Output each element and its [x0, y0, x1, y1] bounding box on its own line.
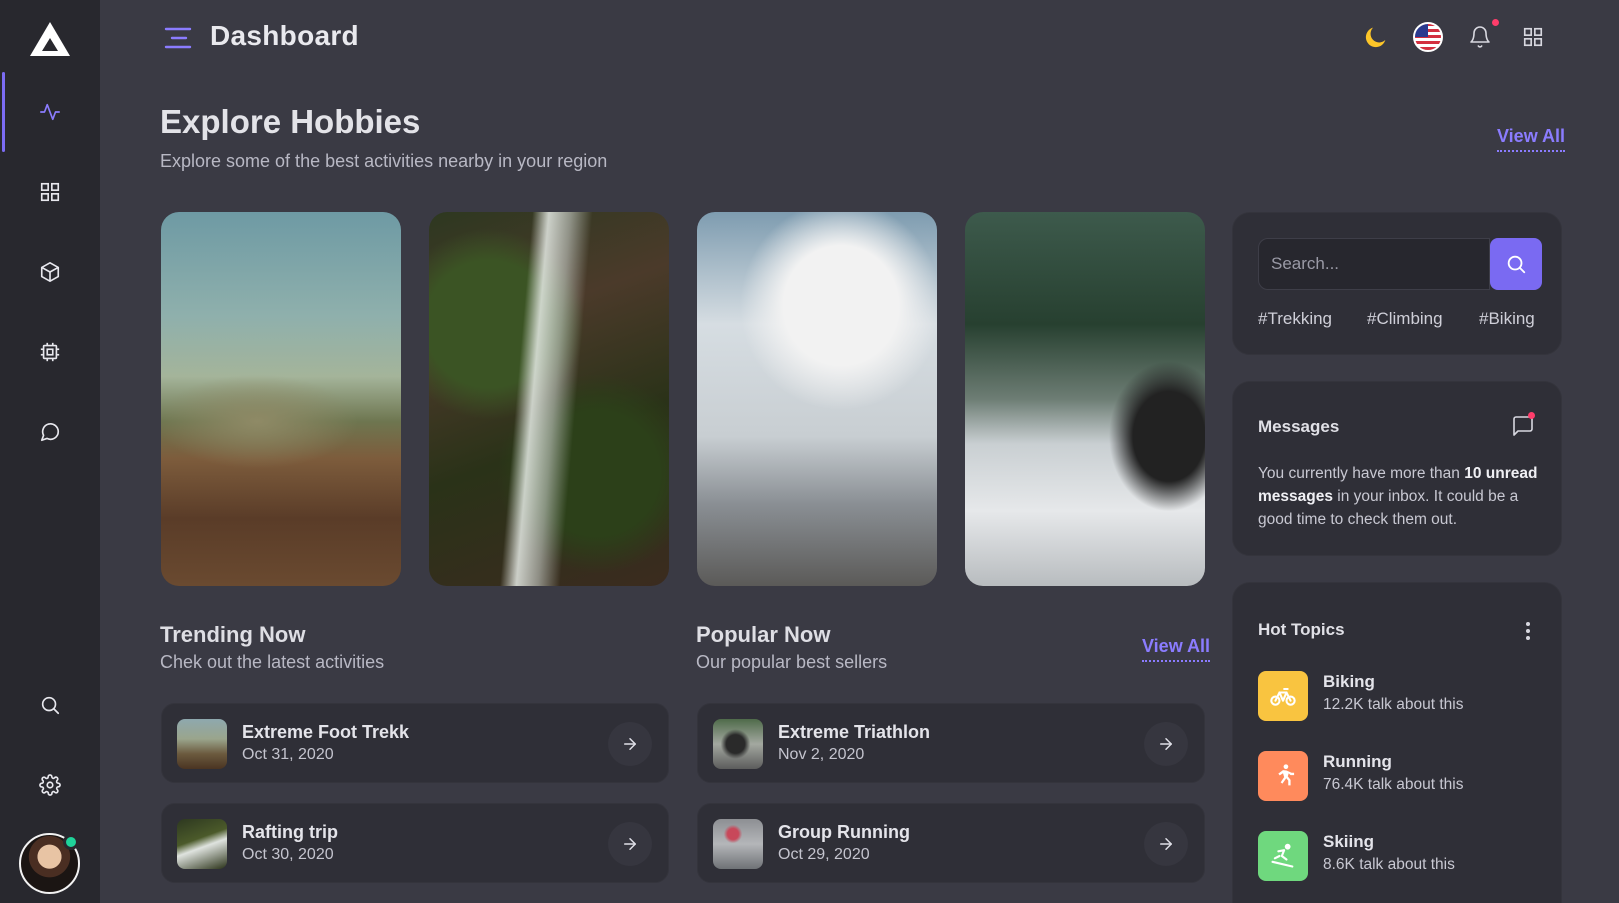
list-item-date: Oct 31, 2020 — [242, 746, 334, 763]
chat-icon — [40, 423, 60, 442]
activity-icon — [40, 103, 60, 121]
explore-subtitle: Explore some of the best activities near… — [160, 151, 608, 171]
language-selector[interactable] — [1413, 22, 1443, 52]
nav-chat[interactable] — [0, 392, 100, 472]
nav-box[interactable] — [0, 232, 100, 312]
logo-icon[interactable] — [28, 20, 72, 58]
nav-chip[interactable] — [0, 312, 100, 392]
nav-search[interactable] — [0, 665, 100, 745]
hot-topics-panel: Hot Topics Biking 12.2K talk about this … — [1232, 582, 1562, 903]
topic-running-icon-badge — [1258, 751, 1308, 801]
thumbnail — [713, 719, 763, 769]
topic-count: 12.2K talk about this — [1323, 696, 1464, 713]
list-item[interactable]: Extreme Triathlon Nov 2, 2020 — [697, 703, 1205, 783]
notifications-button[interactable] — [1465, 22, 1495, 52]
search-input[interactable] — [1271, 254, 1481, 274]
open-button[interactable] — [608, 822, 652, 866]
theme-toggle[interactable] — [1361, 22, 1391, 52]
explore-title: Explore Hobbies — [160, 103, 421, 140]
thumbnail — [713, 819, 763, 869]
search-panel: #Trekking #Climbing #Biking — [1232, 212, 1562, 355]
us-flag-icon — [1413, 22, 1443, 52]
box-icon — [40, 262, 60, 282]
online-status-dot — [63, 834, 79, 850]
topic-count: 8.6K talk about this — [1323, 856, 1455, 873]
menu-icon[interactable] — [164, 26, 192, 50]
arrow-right-icon — [624, 738, 636, 750]
list-item-date: Oct 30, 2020 — [242, 846, 334, 863]
arrow-right-icon — [624, 838, 636, 850]
search-field[interactable] — [1258, 238, 1490, 290]
messages-title: Messages — [1258, 417, 1340, 436]
popular-view-all-link[interactable]: View All — [1142, 636, 1211, 662]
list-item[interactable]: Group Running Oct 29, 2020 — [697, 803, 1205, 883]
list-item-name: Group Running — [778, 822, 910, 842]
notification-dot — [1492, 19, 1499, 26]
arrow-right-icon — [1160, 838, 1172, 850]
search-icon — [1507, 255, 1526, 274]
thumbnail — [177, 719, 227, 769]
messages-panel: Messages You currently have more than 10… — [1232, 381, 1562, 556]
skiing-icon — [1271, 843, 1294, 868]
open-button[interactable] — [1144, 722, 1188, 766]
messages-button[interactable] — [1511, 412, 1535, 438]
open-button[interactable] — [1144, 822, 1188, 866]
more-options-button[interactable] — [1518, 619, 1538, 643]
unread-dot — [1528, 412, 1535, 419]
bell-icon — [1470, 26, 1490, 48]
chip-icon — [40, 342, 60, 362]
moon-icon — [1365, 27, 1386, 48]
messages-text: You currently have more than 10 unread m… — [1258, 465, 1538, 528]
sidebar — [0, 0, 100, 903]
page-title: Dashboard — [210, 20, 359, 51]
topic-name[interactable]: Biking — [1323, 672, 1375, 692]
topic-name[interactable]: Skiing — [1323, 832, 1374, 852]
hot-topics-title: Hot Topics — [1258, 620, 1345, 639]
topic-count: 76.4K talk about this — [1323, 776, 1464, 793]
thumbnail — [177, 819, 227, 869]
tag-climbing[interactable]: #Climbing — [1367, 309, 1443, 329]
list-item-name: Extreme Triathlon — [778, 722, 931, 742]
apps-button[interactable] — [1518, 22, 1548, 52]
nav-settings[interactable] — [0, 745, 100, 825]
list-item-date: Oct 29, 2020 — [778, 846, 870, 863]
list-item[interactable]: Rafting trip Oct 30, 2020 — [161, 803, 669, 883]
open-button[interactable] — [608, 722, 652, 766]
list-item-date: Nov 2, 2020 — [778, 746, 865, 763]
list-item-name: Rafting trip — [242, 822, 338, 842]
hobby-card-bike[interactable] — [965, 212, 1205, 586]
gear-icon — [39, 774, 61, 796]
explore-view-all-link[interactable]: View All — [1497, 126, 1566, 152]
search-button[interactable] — [1490, 238, 1542, 290]
running-icon — [1278, 764, 1295, 786]
search-icon — [41, 696, 60, 715]
hobby-card-mountain[interactable] — [161, 212, 401, 586]
arrow-right-icon — [1160, 738, 1172, 750]
list-item[interactable]: Extreme Foot Trekk Oct 31, 2020 — [161, 703, 669, 783]
tag-trekking[interactable]: #Trekking — [1258, 309, 1332, 329]
bike-icon — [1270, 687, 1296, 706]
topic-skiing-icon-badge — [1258, 831, 1308, 881]
topic-biking-icon-badge — [1258, 671, 1308, 721]
tag-biking[interactable]: #Biking — [1479, 309, 1535, 329]
trending-title: Trending Now — [160, 622, 306, 647]
more-vertical-icon — [1526, 622, 1530, 640]
grid-icon — [40, 182, 60, 202]
nav-activity[interactable] — [0, 72, 100, 152]
list-item-name: Extreme Foot Trekk — [242, 722, 410, 742]
hobby-card-cliff[interactable] — [697, 212, 937, 586]
popular-title: Popular Now — [696, 622, 831, 647]
hobby-card-river[interactable] — [429, 212, 669, 586]
topic-name[interactable]: Running — [1323, 752, 1392, 772]
nav-grid[interactable] — [0, 152, 100, 232]
trending-subtitle: Chek out the latest activities — [160, 652, 385, 672]
apps-grid-icon — [1523, 27, 1543, 47]
popular-subtitle: Our popular best sellers — [696, 652, 888, 672]
